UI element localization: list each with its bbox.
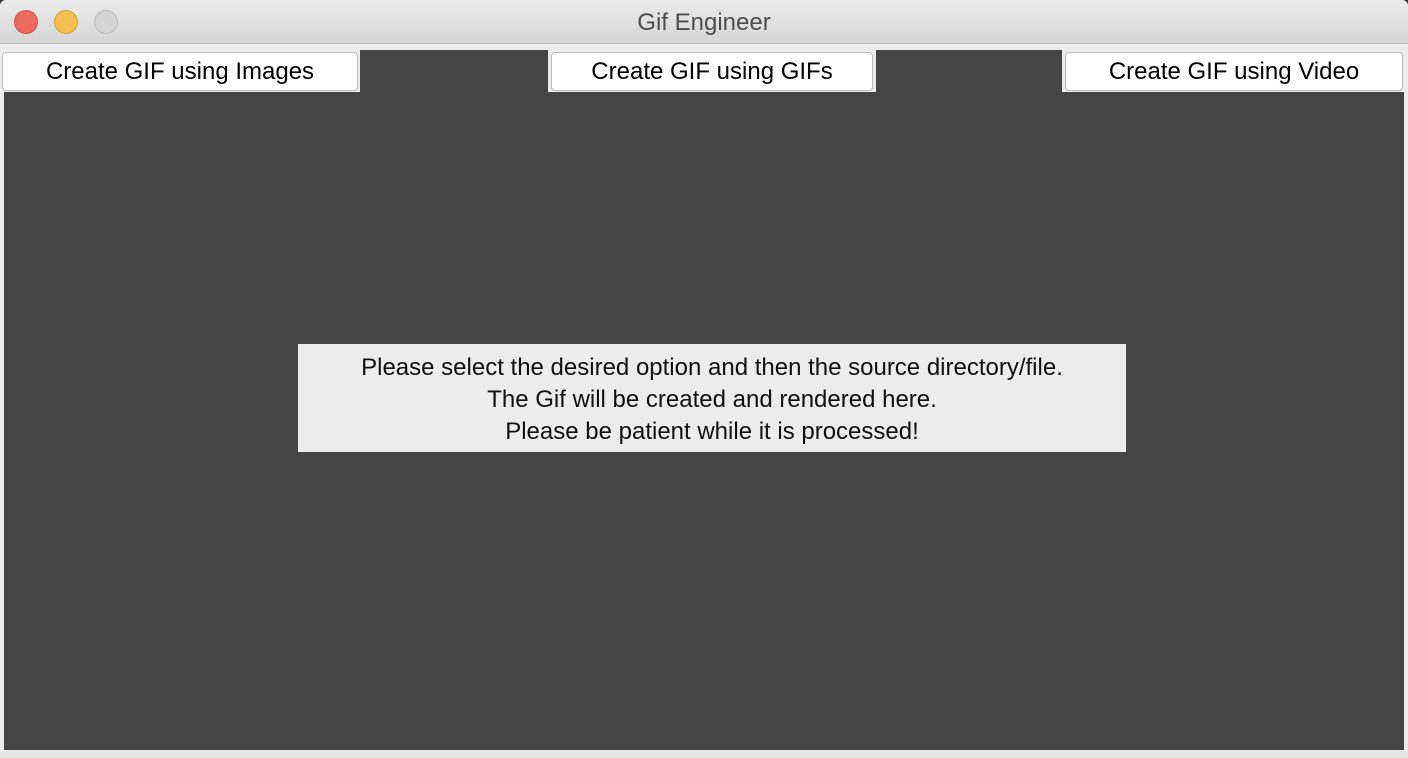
create-gif-gifs-button[interactable]: Create GIF using GIFs xyxy=(551,52,873,91)
title-bar[interactable]: Gif Engineer xyxy=(0,0,1408,44)
app-window: Gif Engineer Create GIF using Images Cre… xyxy=(0,0,1408,756)
toolbar-gap xyxy=(876,50,1062,92)
instructions-label: Please select the desired option and the… xyxy=(298,344,1126,452)
create-gif-images-button[interactable]: Create GIF using Images xyxy=(2,52,358,91)
instructions-line-3: Please be patient while it is processed! xyxy=(505,418,919,445)
instructions-line-1: Please select the desired option and the… xyxy=(361,354,1063,381)
create-gif-video-button[interactable]: Create GIF using Video xyxy=(1065,52,1403,91)
window-title: Gif Engineer xyxy=(637,9,771,36)
window-bottom-edge xyxy=(0,750,1408,758)
toolbar-gap xyxy=(360,50,548,92)
instructions-line-2: The Gif will be created and rendered her… xyxy=(487,386,937,413)
